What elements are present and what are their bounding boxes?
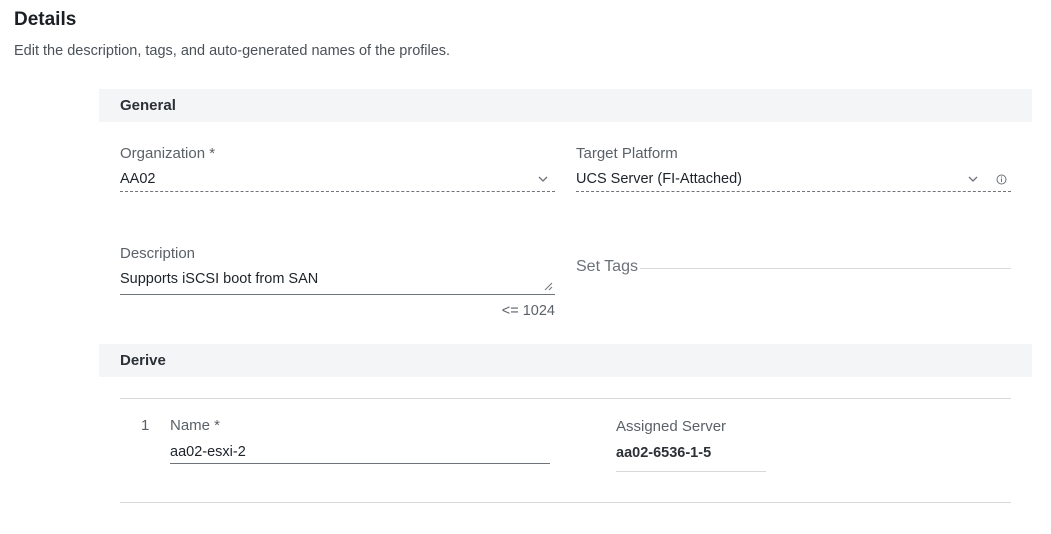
info-icon[interactable]: [994, 171, 1008, 187]
organization-value: AA02: [120, 171, 156, 187]
chevron-down-icon[interactable]: [966, 171, 980, 187]
derive-name-field[interactable]: Name * aa02-esxi-2: [170, 415, 550, 465]
target-platform-underline: [576, 191, 1011, 192]
description-underline: [120, 294, 555, 295]
assigned-server-underline: [616, 471, 766, 472]
set-tags-label: Set Tags: [576, 258, 640, 276]
set-tags-underline: [576, 268, 1011, 269]
derive-divider-bottom: [120, 502, 1011, 503]
derive-row-index: 1: [141, 417, 150, 434]
organization-label: Organization *: [120, 145, 216, 162]
derive-section-header: Derive: [99, 344, 1032, 377]
page-subtitle: Edit the description, tags, and auto-gen…: [14, 43, 451, 59]
general-section-header: General: [99, 89, 1032, 122]
organization-select[interactable]: Organization * AA02: [120, 143, 555, 195]
chevron-down-icon[interactable]: [536, 171, 550, 187]
target-platform-label: Target Platform: [576, 145, 678, 162]
derive-section-title: Derive: [120, 352, 166, 369]
description-field[interactable]: Description Supports iSCSI boot from SAN…: [120, 243, 555, 323]
derive-name-value[interactable]: aa02-esxi-2: [170, 444, 246, 460]
derive-divider-top: [120, 398, 1011, 399]
assigned-server: Assigned Server aa02-6536-1-5: [616, 415, 766, 473]
description-value[interactable]: Supports iSCSI boot from SAN: [120, 271, 318, 287]
description-label: Description: [120, 245, 196, 262]
general-section-title: General: [120, 97, 176, 114]
description-char-limit: <= 1024: [501, 303, 555, 319]
page-title: Details: [14, 9, 77, 30]
derive-name-label: Name *: [170, 417, 221, 434]
derive-name-underline: [170, 463, 550, 464]
assigned-server-value: aa02-6536-1-5: [616, 445, 712, 461]
assigned-server-label: Assigned Server: [616, 418, 727, 435]
resize-handle-icon[interactable]: [543, 281, 553, 291]
set-tags-field[interactable]: Set Tags: [576, 256, 1011, 284]
target-platform-value: UCS Server (FI-Attached): [576, 171, 742, 187]
organization-underline: [120, 191, 555, 192]
target-platform-select[interactable]: Target Platform UCS Server (FI-Attached): [576, 143, 1011, 195]
derive-row: 1 Name * aa02-esxi-2 Assigned Server aa0…: [120, 415, 1011, 477]
